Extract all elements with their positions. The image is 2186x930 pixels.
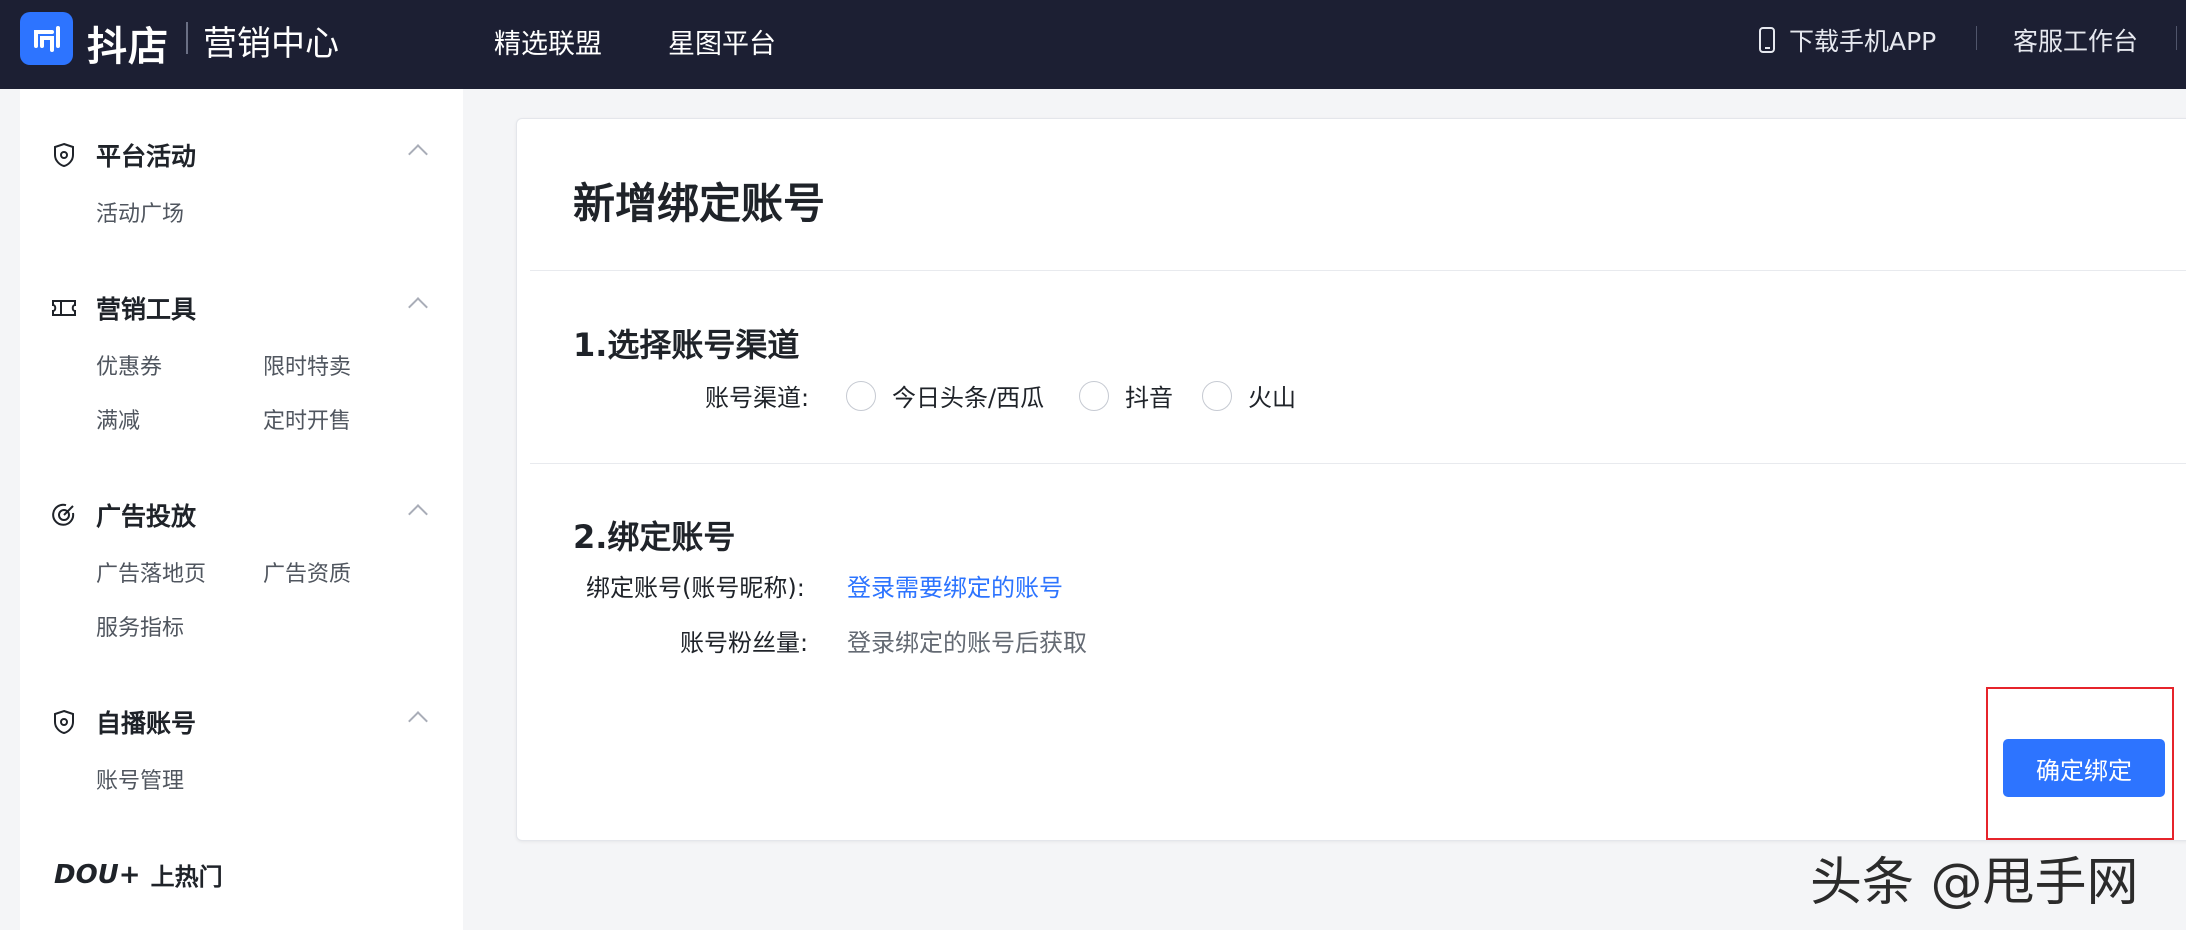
radio-label: 火山 [1248, 384, 1296, 412]
chevron-up-icon[interactable] [408, 711, 428, 731]
sidebar-item-coupon[interactable]: 优惠券 [96, 349, 162, 381]
nav-jingxuan-lianmeng[interactable]: 精选联盟 [494, 22, 602, 61]
sidebar-group-platform-activity[interactable]: 平台活动 [50, 137, 196, 173]
sidebar-item-account-management[interactable]: 账号管理 [96, 763, 184, 795]
radio-huoshan[interactable]: 火山 [1202, 378, 1296, 413]
service-workbench-label: 客服工作台 [2013, 27, 2139, 56]
download-app-label: 下载手机APP [1789, 27, 1937, 56]
sidebar-group-title: 自播账号 [96, 709, 197, 738]
logo-text[interactable]: 抖店 [87, 14, 169, 72]
target-icon [50, 501, 78, 529]
shield-icon [50, 708, 78, 736]
app-title[interactable]: 营销中心 [203, 16, 339, 65]
sidebar-group-advertising[interactable]: 广告投放 [50, 497, 196, 533]
chevron-up-icon[interactable] [408, 504, 428, 524]
fans-count-value: 登录绑定的账号后获取 [847, 629, 1087, 657]
radio-circle[interactable] [846, 380, 876, 411]
radio-label: 抖音 [1125, 384, 1173, 412]
service-workbench-link[interactable]: 客服工作台 [2013, 22, 2138, 58]
section-title-channel: 1.选择账号渠道 [573, 326, 800, 364]
top-navigation-bar: 抖店 营销中心 精选联盟 星图平台 下载手机APP 客服工作台 [0, 0, 2186, 89]
radio-label: 今日头条/西瓜 [892, 384, 1045, 412]
dou-plus-link[interactable]: DOU+ 上热门 [54, 857, 223, 892]
annotation-highlight-box [1986, 687, 2174, 840]
sidebar-item-flash-sale[interactable]: 限时特卖 [263, 349, 351, 381]
sidebar-item-ad-qualification[interactable]: 广告资质 [263, 556, 351, 588]
page-title: 新增绑定账号 [573, 179, 826, 228]
sidebar-item-full-reduction[interactable]: 满减 [96, 403, 140, 435]
sidebar-group-title: 平台活动 [96, 142, 197, 171]
phone-icon [1759, 27, 1775, 53]
nav-xingtu-platform[interactable]: 星图平台 [668, 22, 776, 61]
sidebar-item-activity-plaza[interactable]: 活动广场 [96, 196, 184, 228]
sidebar-group-title: 广告投放 [96, 502, 197, 531]
chevron-up-icon[interactable] [408, 297, 428, 317]
section-title-bind: 2.绑定账号 [573, 518, 736, 556]
chevron-up-icon[interactable] [408, 144, 428, 164]
radio-circle[interactable] [1202, 380, 1232, 411]
doudian-logo-icon[interactable] [20, 12, 73, 65]
shield-icon [50, 141, 78, 169]
radio-douyin[interactable]: 抖音 [1079, 378, 1173, 413]
download-app-link[interactable]: 下载手机APP [1759, 22, 1936, 58]
divider [530, 270, 2186, 271]
logo-divider [186, 22, 188, 54]
radio-toutiao-xigua[interactable]: 今日头条/西瓜 [846, 378, 1044, 413]
dou-plus-logo: DOU+ [54, 859, 141, 890]
divider [530, 463, 2186, 464]
sidebar: 平台活动 活动广场 营销工具 优惠券 限时特卖 满减 定时开售 广告投放 广告落… [20, 89, 463, 930]
fans-count-label: 账号粉丝量: [680, 629, 809, 657]
radio-circle[interactable] [1079, 380, 1109, 411]
sidebar-group-self-broadcast[interactable]: 自播账号 [50, 704, 196, 740]
channel-label: 账号渠道: [705, 384, 810, 412]
top-divider [2176, 26, 2177, 50]
sidebar-item-service-metrics[interactable]: 服务指标 [96, 610, 184, 642]
login-account-link[interactable]: 登录需要绑定的账号 [847, 568, 1063, 603]
sidebar-group-title: 营销工具 [96, 295, 197, 324]
ticket-icon [50, 294, 78, 322]
watermark: 头条 @甩手网 [1810, 853, 2139, 913]
sidebar-item-scheduled-sale[interactable]: 定时开售 [263, 403, 351, 435]
top-divider [1976, 26, 1977, 50]
bind-account-label: 绑定账号(账号昵称): [586, 574, 805, 602]
dou-plus-label: 上热门 [150, 863, 223, 891]
sidebar-group-marketing-tools[interactable]: 营销工具 [50, 290, 196, 326]
sidebar-item-ad-landing-page[interactable]: 广告落地页 [96, 556, 206, 588]
